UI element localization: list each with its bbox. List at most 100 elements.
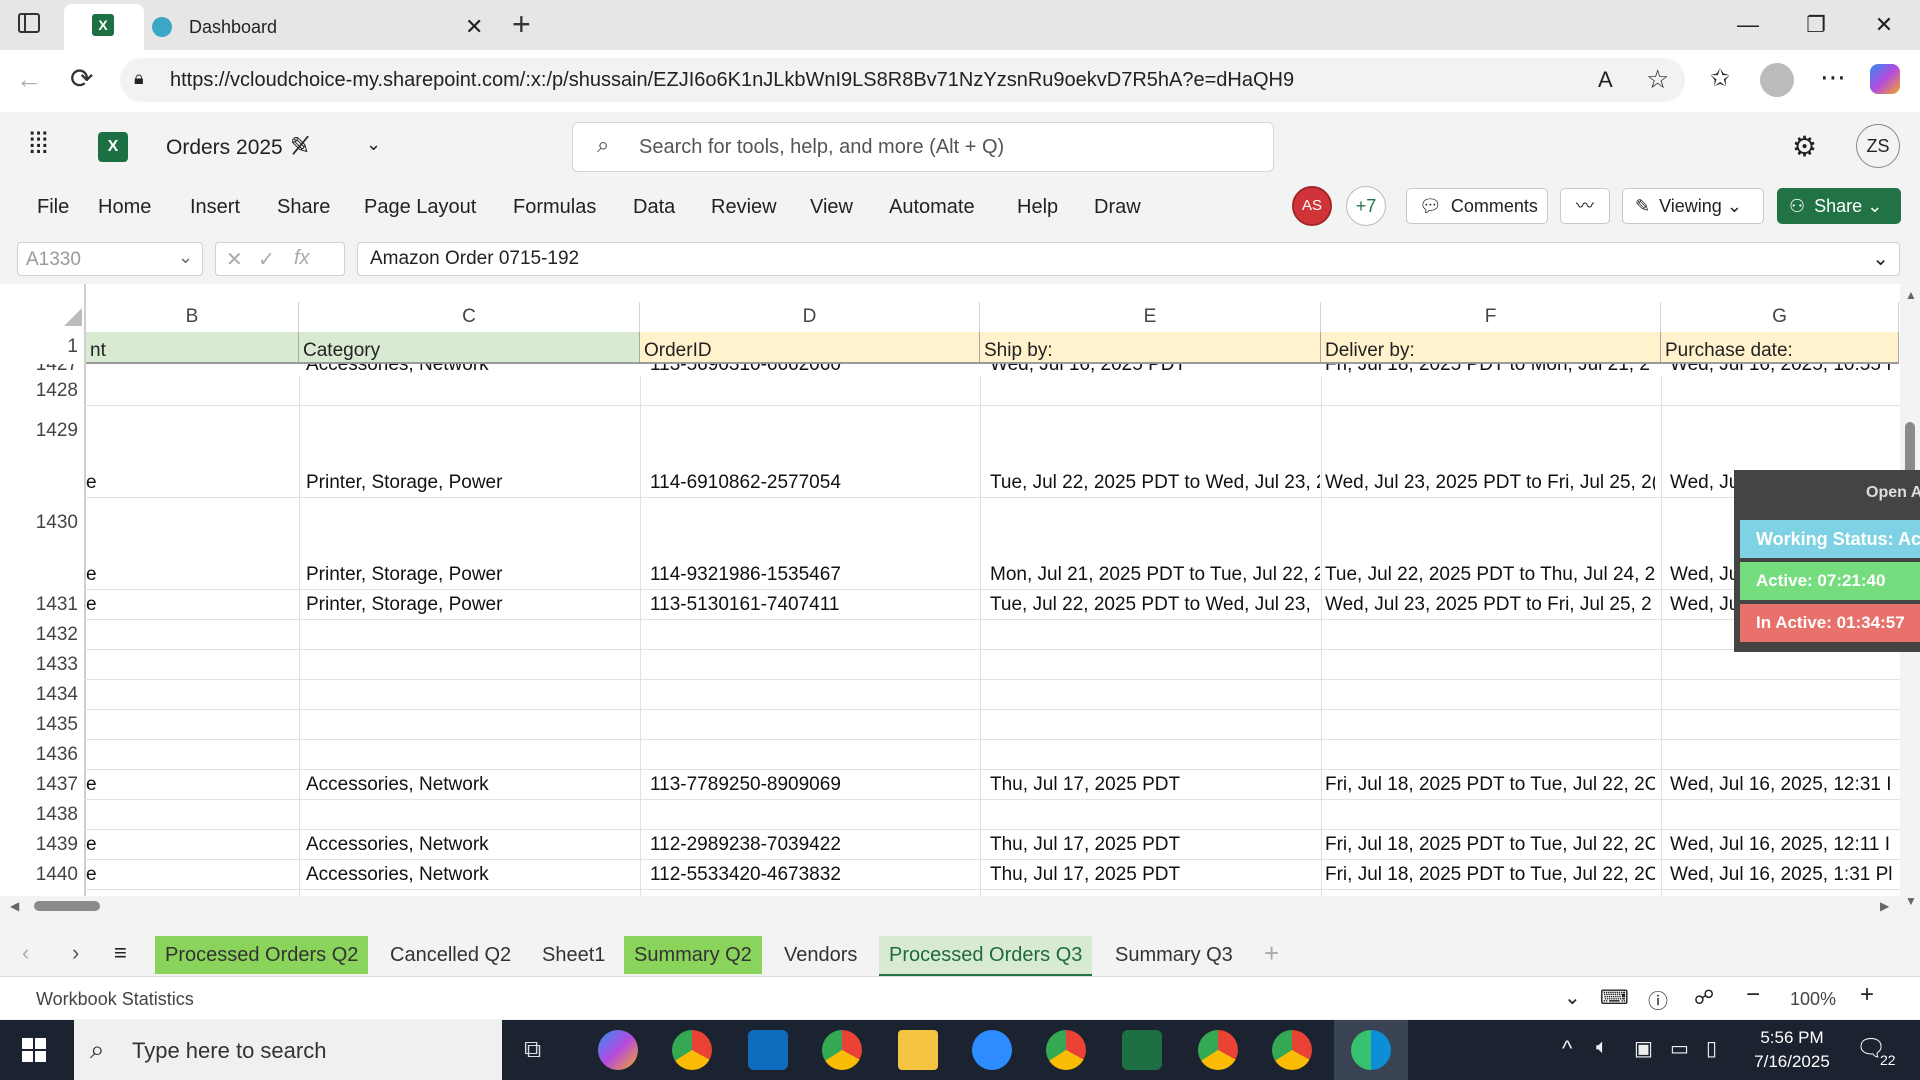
menu-help[interactable]: Help <box>1017 196 1058 219</box>
cell[interactable]: Fri, Jul 18, 2025 PDT to Tue, Jul 22, 2C <box>1325 860 1655 890</box>
back-icon[interactable]: ← <box>16 64 42 95</box>
refresh-icon[interactable]: ⟳ <box>70 62 93 95</box>
cell[interactable] <box>86 620 296 650</box>
cell[interactable]: e <box>86 560 296 590</box>
chrome-profile-icon[interactable] <box>1198 1030 1238 1070</box>
menu-file[interactable]: File <box>37 196 69 219</box>
expand-formula-icon[interactable]: ⌄ <box>1872 246 1889 271</box>
formula-input[interactable]: Amazon Order 0715-192 ⌄ <box>357 242 1900 276</box>
file-explorer-icon[interactable] <box>898 1030 938 1070</box>
cell[interactable]: Wed, Jul 23, 2025 PDT to Fri, Jul 25, 2( <box>1325 468 1655 498</box>
horizontal-scroll-thumb[interactable] <box>34 901 100 911</box>
header-cell-deliver-by[interactable]: Deliver by: <box>1321 332 1661 362</box>
cell[interactable]: Thu, Jul 17, 2025 PDT <box>990 860 1320 890</box>
close-window-icon[interactable]: ✕ <box>1854 8 1914 42</box>
more-icon[interactable]: ⋯ <box>1820 62 1846 93</box>
tab-dashboard[interactable]: Dashboard ✕ <box>145 4 500 50</box>
activity-button[interactable]: 〰 <box>1560 188 1610 224</box>
scroll-up-icon[interactable]: ▲ <box>1905 288 1917 302</box>
cell[interactable]: 114-6910862-2577054 <box>650 468 980 498</box>
outlook-icon[interactable] <box>748 1030 788 1070</box>
taskbar-search[interactable]: ⌕ Type here to search <box>74 1020 502 1080</box>
add-sheet-icon[interactable]: + <box>1264 938 1279 969</box>
cell[interactable]: e <box>86 830 296 860</box>
copilot-app-icon[interactable] <box>598 1030 638 1070</box>
insert-function-icon[interactable]: fx <box>294 247 310 270</box>
cell[interactable]: Wed, Jul 23, 2025 PDT to Fri, Jul 25, 2 <box>1325 590 1655 620</box>
cell[interactable] <box>1670 740 1896 770</box>
excel-taskbar-icon[interactable] <box>1122 1030 1162 1070</box>
row-header[interactable]: 1431 <box>0 590 84 620</box>
network-icon[interactable]: ▯ <box>1706 1036 1717 1061</box>
cell[interactable]: 114-9321986-1535467 <box>650 560 980 590</box>
row-header-1427[interactable]: 1427 <box>0 364 84 376</box>
new-tab-icon[interactable]: + <box>512 6 531 43</box>
cell[interactable]: Wed, Jul 16, 2025 PDT <box>990 364 1186 376</box>
cell[interactable]: Tue, Jul 22, 2025 PDT to Wed, Jul 23, 2 <box>990 468 1320 498</box>
app-launcher-icon[interactable]: ⁞⁞⁞ <box>28 129 49 159</box>
settings-gear-icon[interactable]: ⚙ <box>1792 130 1817 163</box>
viewing-mode-button[interactable]: ✎ Viewing ⌄ <box>1622 188 1764 224</box>
cell[interactable] <box>990 680 1320 710</box>
windows-start-icon[interactable] <box>22 1038 46 1062</box>
cell[interactable]: 112-2989238-7039422 <box>650 830 980 860</box>
column-header-e[interactable]: E <box>980 302 1321 332</box>
more-collaborators[interactable]: +7 <box>1346 186 1386 226</box>
all-sheets-menu-icon[interactable]: ≡ <box>114 940 127 966</box>
sheet-tab-sheet1[interactable]: Sheet1 <box>532 936 615 974</box>
cell[interactable]: Mon, Jul 21, 2025 PDT to Tue, Jul 22, 2 <box>990 560 1320 590</box>
cell[interactable] <box>1325 710 1655 740</box>
cell[interactable]: Accessories, Network <box>306 770 636 800</box>
cell[interactable]: Accessories, Network <box>306 860 636 890</box>
menu-page-layout[interactable]: Page Layout <box>364 196 476 219</box>
menu-data[interactable]: Data <box>633 196 675 219</box>
cell[interactable] <box>650 710 980 740</box>
cell[interactable] <box>650 680 980 710</box>
cell[interactable]: Tue, Jul 22, 2025 PDT to Thu, Jul 24, 2( <box>1325 560 1655 590</box>
cell[interactable]: e <box>86 770 296 800</box>
sidebar-toggle-icon[interactable] <box>18 13 40 33</box>
cell[interactable]: Thu, Jul 17, 2025 PDT <box>990 770 1320 800</box>
workbook-statistics[interactable]: Workbook Statistics <box>36 989 194 1010</box>
cell[interactable]: Thu, Jul 17, 2025 PDT <box>990 830 1320 860</box>
cell[interactable]: Wed, Jul 16, 2025, 12:31 I <box>1670 770 1896 800</box>
cell[interactable] <box>990 620 1320 650</box>
cell[interactable]: Printer, Storage, Power <box>306 468 636 498</box>
meet-icon[interactable]: ▣ <box>1634 1036 1653 1061</box>
restore-icon[interactable]: ❐ <box>1786 8 1846 42</box>
row-header[interactable]: 1429 <box>0 416 84 446</box>
cell[interactable] <box>650 740 980 770</box>
column-header-d[interactable]: D <box>640 302 980 332</box>
cell[interactable]: Fri, Jul 18, 2025 PDT to Mon, Jul 21, 2 <box>1325 364 1655 376</box>
clock-date[interactable]: 7/16/2025 <box>1746 1052 1838 1072</box>
cell[interactable] <box>86 710 296 740</box>
title-dropdown-icon[interactable]: ⌄ <box>366 134 381 155</box>
row-header[interactable]: 1440 <box>0 860 84 890</box>
chrome-icon[interactable] <box>672 1030 712 1070</box>
cell[interactable] <box>990 800 1320 830</box>
cancel-formula-icon[interactable]: ✕ <box>226 247 243 272</box>
cell[interactable]: 113-5690310-6662060 <box>650 364 841 376</box>
zoom-out-icon[interactable]: − <box>1746 981 1760 1009</box>
sheet-tab-cancelled-q2[interactable]: Cancelled Q2 <box>380 936 521 974</box>
menu-share[interactable]: Share <box>277 196 330 219</box>
header-cell-ship-by[interactable]: Ship by: <box>980 332 1321 362</box>
cell[interactable] <box>306 680 636 710</box>
header-cell-purchase-date[interactable]: Purchase date: <box>1661 332 1899 362</box>
cell[interactable] <box>1670 710 1896 740</box>
cell[interactable] <box>86 740 296 770</box>
cell[interactable] <box>86 680 296 710</box>
row-header[interactable]: 1430 <box>0 508 84 538</box>
tab-excel[interactable]: X <box>64 4 144 50</box>
chrome-profile-icon[interactable] <box>822 1030 862 1070</box>
search-input[interactable]: ⌕ Search for tools, help, and more (Alt … <box>572 122 1274 172</box>
cell[interactable] <box>1670 680 1896 710</box>
collaborator-avatar[interactable]: AS <box>1292 186 1332 226</box>
cell[interactable] <box>650 650 980 680</box>
horizontal-scrollbar[interactable]: ◀ ▶ <box>0 896 1900 916</box>
row-header[interactable]: 1436 <box>0 740 84 770</box>
cell[interactable] <box>650 376 980 406</box>
copilot-icon[interactable] <box>1870 64 1900 94</box>
cell[interactable]: Accessories, Network <box>306 364 489 376</box>
cell[interactable] <box>1325 680 1655 710</box>
